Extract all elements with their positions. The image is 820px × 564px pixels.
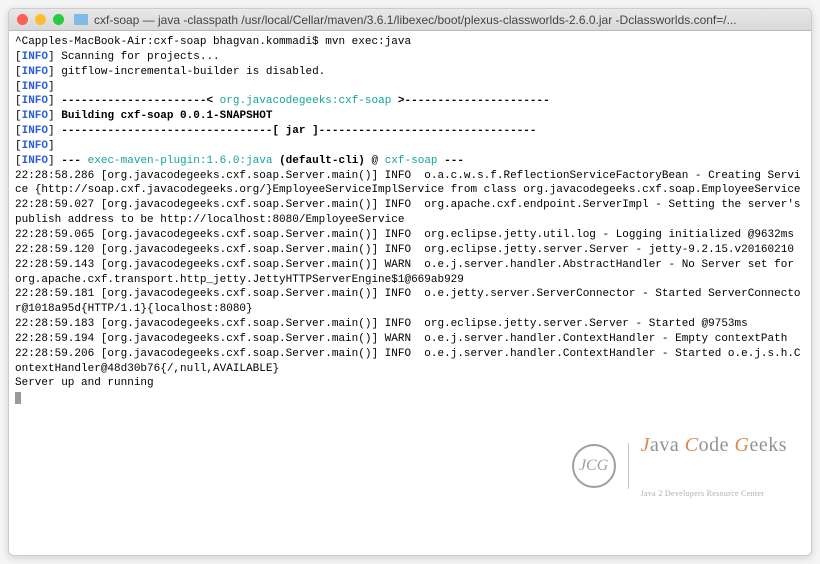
jcg-text: Java Code Geeks Java 2 Developers Resour…: [641, 402, 787, 529]
log-line: Server up and running: [15, 377, 154, 389]
log-line: >----------------------: [391, 95, 549, 107]
log-line: 22:28:59.120 [org.javacodegeeks.cxf.soap…: [15, 244, 794, 256]
close-icon[interactable]: [17, 14, 28, 25]
log-line: 22:28:59.194 [org.javacodegeeks.cxf.soap…: [15, 333, 787, 345]
log-line: 22:28:59.206 [org.javacodegeeks.cxf.soap…: [15, 348, 801, 375]
log-level-info: INFO: [22, 51, 48, 63]
log-line: @: [365, 155, 385, 167]
artifact-id: org.javacodegeeks:cxf-soap: [220, 95, 392, 107]
log-line: 22:28:59.065 [org.javacodegeeks.cxf.soap…: [15, 229, 794, 241]
log-line: Scanning for projects...: [61, 51, 219, 63]
watermark-logo: JCG Java Code Geeks Java 2 Developers Re…: [572, 402, 787, 529]
log-line: ---: [438, 155, 464, 167]
log-line: 22:28:59.181 [org.javacodegeeks.cxf.soap…: [15, 288, 801, 315]
command: mvn exec:java: [325, 36, 411, 48]
log-line: 22:28:59.183 [org.javacodegeeks.cxf.soap…: [15, 318, 748, 330]
prompt: ^Capples-MacBook-Air:cxf-soap bhagvan.ko…: [15, 36, 325, 48]
log-line: gitflow-incremental-builder is disabled.: [61, 66, 325, 78]
plugin-id: exec-maven-plugin:1.6.0:java: [88, 155, 273, 167]
log-line: 22:28:59.143 [org.javacodegeeks.cxf.soap…: [15, 259, 801, 286]
jcg-badge-icon: JCG: [572, 444, 616, 488]
project-id: cxf-soap: [385, 155, 438, 167]
terminal-output[interactable]: ^Capples-MacBook-Air:cxf-soap bhagvan.ko…: [9, 31, 811, 555]
log-line: Building cxf-soap 0.0.1-SNAPSHOT: [61, 110, 272, 122]
log-line: (default-cli): [272, 155, 364, 167]
log-level-info: INFO: [22, 110, 48, 122]
divider: [628, 443, 629, 489]
log-line: 22:28:58.286 [org.javacodegeeks.cxf.soap…: [15, 170, 801, 197]
log-line: 22:28:59.027 [org.javacodegeeks.cxf.soap…: [15, 199, 807, 226]
zoom-icon[interactable]: [53, 14, 64, 25]
log-level-info: INFO: [22, 140, 48, 152]
log-level-info: INFO: [22, 95, 48, 107]
log-level-info: INFO: [22, 155, 48, 167]
titlebar[interactable]: cxf-soap — java -classpath /usr/local/Ce…: [9, 9, 811, 31]
log-level-info: INFO: [22, 66, 48, 78]
log-level-info: INFO: [22, 125, 48, 137]
cursor-icon: [15, 392, 21, 404]
traffic-lights: [17, 14, 64, 25]
log-line: --------------------------------[ jar ]-…: [61, 125, 536, 137]
terminal-window: cxf-soap — java -classpath /usr/local/Ce…: [8, 8, 812, 556]
log-line: ----------------------<: [61, 95, 219, 107]
log-level-info: INFO: [22, 81, 48, 93]
minimize-icon[interactable]: [35, 14, 46, 25]
log-line: ---: [61, 155, 87, 167]
window-title: cxf-soap — java -classpath /usr/local/Ce…: [94, 13, 803, 27]
folder-icon: [74, 14, 88, 25]
